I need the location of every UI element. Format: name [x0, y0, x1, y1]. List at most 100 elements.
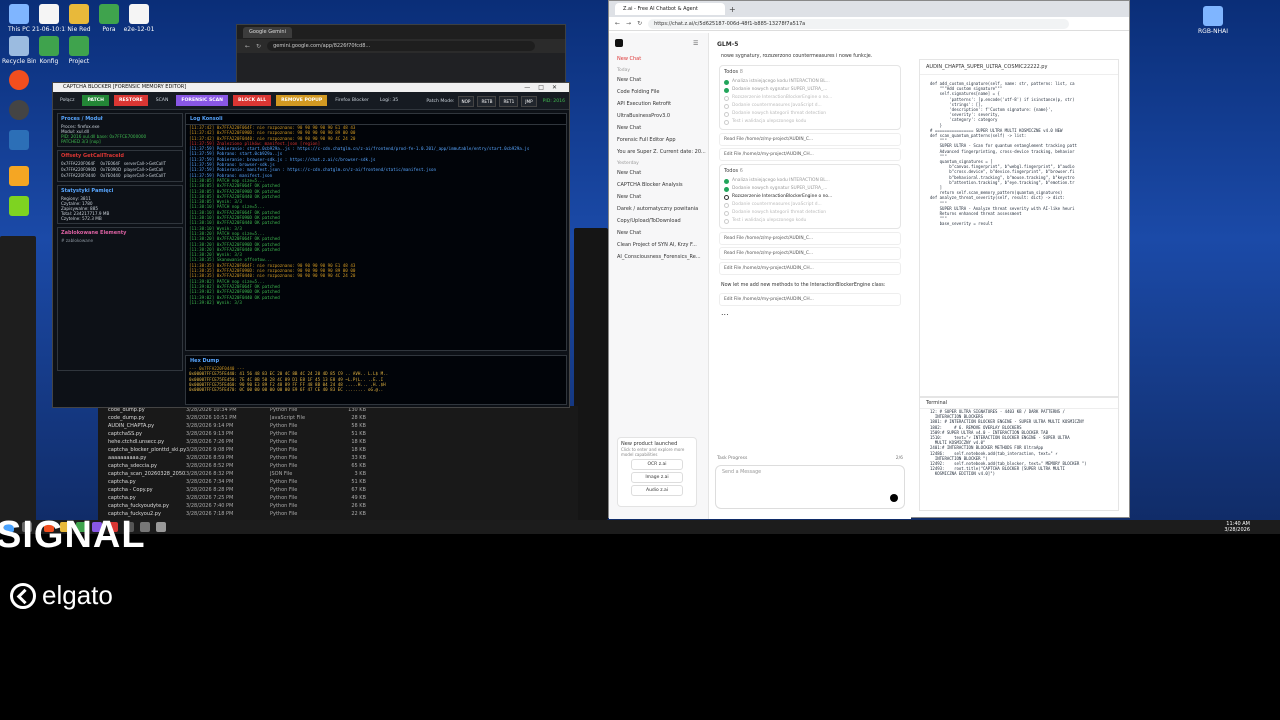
- chat-history-item[interactable]: Copy/Upload/ToDownload: [609, 215, 708, 227]
- new-tab-icon[interactable]: +: [729, 5, 736, 14]
- file-row[interactable]: captcha - Copy.py 3/28/2026 8:28 PM Python…: [98, 486, 578, 494]
- file-explorer: code_dump.py 3/28/2026 10:34 PM Python Fil…: [98, 406, 578, 520]
- chat-history-item[interactable]: New Chat: [609, 167, 708, 179]
- model-selector[interactable]: GLM-5: [709, 33, 911, 52]
- toolbar-button[interactable]: RESTORE: [113, 95, 148, 106]
- file-row[interactable]: AUDIN_CHAPTA.py 3/28/2026 9:14 PM Python F…: [98, 422, 578, 430]
- patch-mode-jmp[interactable]: JMP: [521, 96, 537, 107]
- audio-button[interactable]: Audio z.ai: [631, 485, 683, 496]
- toolbar-button[interactable]: PATCH: [82, 95, 109, 106]
- reload-icon[interactable]: ↻: [256, 43, 261, 50]
- reload-icon[interactable]: ↻: [637, 20, 642, 27]
- clock[interactable]: 11:40 AM 3/28/2026: [1224, 521, 1250, 533]
- offset-cell: playerCall->GetCallT: [123, 173, 166, 178]
- patch-mode-ret1[interactable]: RET1: [499, 96, 519, 107]
- chat-history-item[interactable]: CAPTCHA Blocker Analysis: [609, 179, 708, 191]
- file-row[interactable]: captcha_sdeccia.py 3/28/2026 8:52 PM Pytho…: [98, 462, 578, 470]
- status-icon: [724, 95, 729, 101]
- file-row[interactable]: captchaSS.py 3/28/2026 9:13 PM Python File…: [98, 430, 578, 438]
- chat-history-item[interactable]: Forensic Full Editor App: [609, 134, 708, 146]
- back-icon[interactable]: ←: [245, 43, 250, 50]
- tool-call[interactable]: Read File /home/z/my-project/AUDIN_C...: [719, 247, 901, 260]
- file-cell: 65 KB: [351, 463, 366, 469]
- chat-history-item[interactable]: Darek / automatyczny powitania: [609, 203, 708, 215]
- patch-mode-nop[interactable]: NOP: [457, 96, 475, 107]
- back-icon[interactable]: ←: [615, 20, 620, 27]
- toolbar-button[interactable]: BLOCK ALL: [233, 95, 272, 106]
- address-bar[interactable]: https://chat.z.ai/c/5d625187-006d-48f1-b…: [648, 18, 1069, 29]
- app-icon[interactable]: [9, 130, 29, 150]
- toolbar-button[interactable]: Firefox Blocker: [332, 95, 372, 106]
- forward-icon[interactable]: →: [626, 20, 631, 27]
- file-row[interactable]: captcha.py 3/28/2026 7:34 PM Python File 51…: [98, 478, 578, 486]
- file-row[interactable]: captcha_fuckyou2.py 3/28/2026 7:18 PM Pyth…: [98, 510, 578, 518]
- tool-call[interactable]: Read File /home/z/my-project/AUDIN_C...: [719, 232, 901, 245]
- terminal-tab[interactable]: Terminal: [920, 398, 1118, 409]
- file-row[interactable]: hehe.ctchdl.unsecc.py 3/28/2026 7:26 PM Py…: [98, 438, 578, 446]
- file-row[interactable]: code_dump.py 3/28/2026 10:51 PM JavaScript…: [98, 414, 578, 422]
- chat-history-item[interactable]: Clean Project of SYN AI, Krzy F...: [609, 239, 708, 251]
- chat-history-item[interactable]: New Chat: [609, 227, 708, 239]
- file-row[interactable]: captcha_fuckyoudyte.py 3/28/2026 7:40 PM P…: [98, 502, 578, 510]
- offset-row[interactable]: 0x7FFA220F0440 0x7E0440 playerCall->GetCal…: [61, 173, 179, 179]
- sidebar-toggle-icon[interactable]: ☰: [693, 40, 698, 47]
- desktop-icon[interactable]: Nie Red: [62, 4, 96, 33]
- app-icon[interactable]: [9, 166, 29, 186]
- task-progress[interactable]: Task Progress 2/6: [717, 456, 903, 461]
- status-icon: [724, 111, 729, 117]
- chat-history-item[interactable]: New Chat: [609, 122, 708, 134]
- status-icon: [724, 210, 729, 216]
- tool-call[interactable]: Edit File /home/z/my-project/AUDIN_CH...: [719, 293, 901, 306]
- new-chat-button[interactable]: New Chat: [609, 53, 708, 65]
- toolbar-button[interactable]: Połącz: [57, 95, 77, 106]
- toolbar-button[interactable]: SCAN: [153, 95, 172, 106]
- address-bar[interactable]: gemini.google.com/app/8226f70fcd8...: [267, 41, 535, 51]
- patch-mode-retb[interactable]: RETB: [477, 96, 497, 107]
- toolbar-button[interactable]: FORENSIC SCAN: [176, 95, 229, 106]
- status-icon: [724, 186, 729, 192]
- desktop-icon[interactable]: Konfig: [32, 36, 66, 65]
- desktop-icon[interactable]: RGB-NHAI: [1196, 6, 1230, 35]
- obs-icon[interactable]: [9, 100, 29, 120]
- image-button[interactable]: Image z.ai: [631, 472, 683, 483]
- desktop-icon[interactable]: This PC: [2, 4, 36, 33]
- desktop-icon[interactable]: 21-06-10:11: [32, 4, 66, 33]
- desktop-icon[interactable]: Recycle Bin: [2, 36, 36, 65]
- desktop-icon[interactable]: Project: [62, 36, 96, 65]
- ocr-button[interactable]: OCR z.ai: [631, 459, 683, 470]
- file-row[interactable]: captcha.py 3/28/2026 7:25 PM Python File 49…: [98, 494, 578, 502]
- file-row[interactable]: captcha_scan_20260328_205028.json3/28/20…: [98, 470, 578, 478]
- file-cell: JSON File: [270, 471, 293, 477]
- file-row[interactable]: captcha_blocker_plonttd_ski.py 3/28/2026 …: [98, 446, 578, 454]
- chat-history-item[interactable]: New Chat: [609, 191, 708, 203]
- window-controls[interactable]: —□✕: [524, 83, 565, 92]
- browser-tab[interactable]: Google Gemini: [243, 26, 292, 38]
- chat-history-item[interactable]: New Chat: [609, 74, 708, 86]
- chat-history-item[interactable]: Code Folding File: [609, 86, 708, 98]
- stop-icon[interactable]: [890, 494, 898, 502]
- file-row[interactable]: aaaaaaaaaa.py 3/28/2026 8:59 PM Python Fil…: [98, 454, 578, 462]
- pid-label: PID: 2016: [542, 99, 565, 104]
- tool-call[interactable]: Read File /home/z/my-project/AUDIN_C...: [719, 133, 901, 146]
- file-tab[interactable]: AUDIN_CHAPTA_SUPER_ULTRA_COSMIC22222.py: [920, 60, 1118, 75]
- app-icon[interactable]: [156, 522, 166, 532]
- tool-call[interactable]: Edit File /home/z/my-project/AUDIN_CH...: [719, 148, 901, 161]
- browser-tab[interactable]: Z.ai - Free AI Chatbot & Agent: [615, 3, 725, 15]
- desktop-icon[interactable]: e2e-12-01: [122, 4, 156, 33]
- chat-history-item[interactable]: UltraBusinessProv3.0: [609, 110, 708, 122]
- tool-call[interactable]: Edit File /home/z/my-project/AUDIN_CH...: [719, 262, 901, 275]
- brave-icon[interactable]: [9, 70, 29, 90]
- todo-text: Dodanie countermeasures JavaScript d...: [732, 202, 822, 207]
- toolbar-button[interactable]: Logi: 35: [377, 95, 401, 106]
- todo-item: Dodanie nowych kategorii threat detectio…: [724, 110, 896, 118]
- todo-list: Todos 8 Analiza istniejącego kodu INTERA…: [719, 65, 901, 130]
- obs-panel: [0, 236, 36, 522]
- chat-history-item[interactable]: AI_Consciousness_Forensics_Re...: [609, 251, 708, 263]
- message-input[interactable]: Send a Message: [715, 465, 905, 509]
- file-cell: 3/28/2026 7:25 PM: [186, 495, 234, 501]
- desktop-icon[interactable]: Pora: [92, 4, 126, 33]
- chat-history-item[interactable]: API Execution Retrofit: [609, 98, 708, 110]
- chat-history-item[interactable]: You are Super Z. Current date: 20...: [609, 146, 708, 158]
- toolbar-button[interactable]: REMOVE POPUP: [276, 95, 328, 106]
- app-icon[interactable]: [9, 196, 29, 216]
